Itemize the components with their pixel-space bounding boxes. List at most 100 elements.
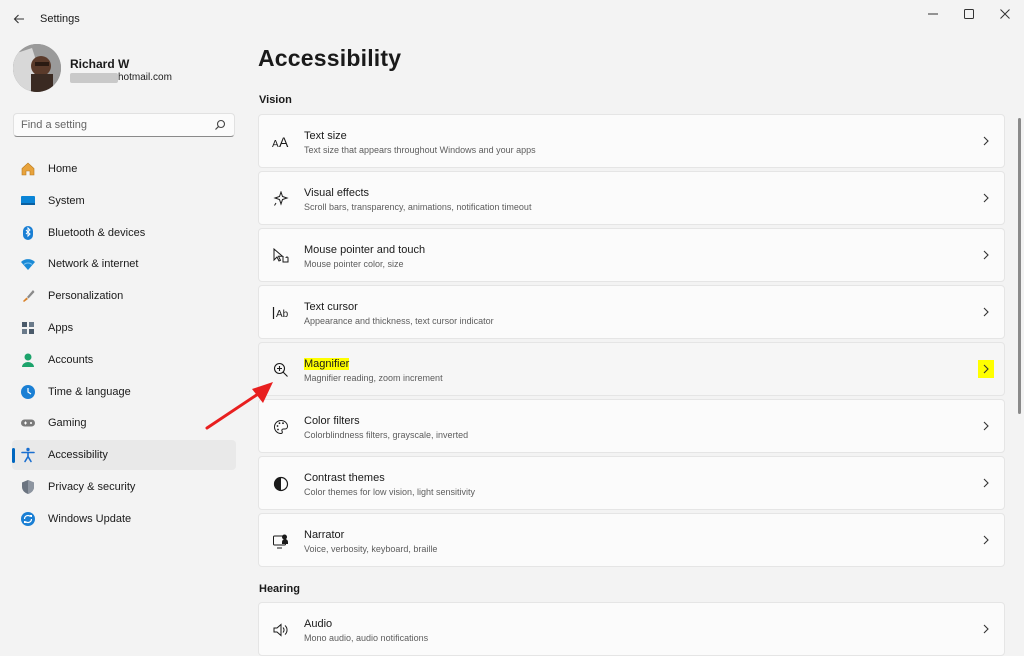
chevron-right-icon[interactable]	[978, 246, 994, 264]
card-title: Audio	[304, 618, 333, 630]
settings-card-audio[interactable]: Audio Mono audio, audio notifications	[258, 602, 1005, 656]
settings-card-text-size[interactable]: AA Text size Text size that appears thro…	[258, 114, 1005, 168]
avatar[interactable]	[13, 44, 61, 92]
contrast-icon	[271, 475, 291, 493]
sidebar-item-accounts[interactable]: Accounts	[12, 345, 236, 375]
card-description: Mono audio, audio notifications	[304, 633, 429, 643]
gamepad-icon	[20, 415, 36, 431]
sidebar-item-apps[interactable]: Apps	[12, 313, 236, 343]
windows-update-icon	[20, 511, 36, 527]
wifi-icon	[20, 256, 36, 272]
text-cursor-icon: Ab	[271, 304, 291, 322]
card-description: Mouse pointer color, size	[304, 259, 404, 269]
text-size-icon: AA	[271, 133, 291, 151]
sidebar-item-label: Time & language	[48, 385, 131, 398]
settings-card-mouse-pointer[interactable]: Mouse pointer and touch Mouse pointer co…	[258, 228, 1005, 282]
card-description: Color themes for low vision, light sensi…	[304, 487, 476, 497]
card-description: Appearance and thickness, text cursor in…	[304, 316, 494, 326]
card-title: Contrast themes	[304, 472, 385, 484]
card-description: Voice, verbosity, keyboard, braille	[304, 544, 438, 554]
sidebar-item-label: Personalization	[48, 290, 124, 303]
chevron-right-icon[interactable]	[978, 360, 994, 378]
visual-effects-icon	[271, 190, 291, 208]
search-input[interactable]	[21, 117, 211, 133]
sidebar-item-label: Windows Update	[48, 512, 132, 525]
accounts-icon	[20, 352, 36, 368]
close-icon	[1000, 9, 1010, 19]
sidebar-item-label: Apps	[48, 321, 74, 334]
card-title: Text size	[304, 130, 347, 142]
system-icon	[20, 193, 36, 209]
card-description: Magnifier reading, zoom increment	[304, 373, 443, 383]
sidebar-item-label: Gaming	[48, 417, 87, 430]
card-title: Text cursor	[304, 301, 358, 313]
chevron-right-icon[interactable]	[978, 474, 994, 492]
sidebar-item-label: Accessibility	[48, 449, 108, 462]
email-suffix: hotmail.com	[118, 72, 172, 83]
sidebar-item-windows-update[interactable]: Windows Update	[12, 504, 236, 534]
chevron-right-icon[interactable]	[978, 531, 994, 549]
avatar-image-icon	[13, 44, 61, 92]
search-box[interactable]	[13, 113, 235, 137]
email-redaction	[70, 72, 118, 83]
sidebar-item-personalization[interactable]: Personalization	[12, 281, 236, 311]
settings-card-visual-effects[interactable]: Visual effects Scroll bars, transparency…	[258, 171, 1005, 225]
settings-card-magnifier[interactable]: Magnifier Magnifier reading, zoom increm…	[258, 342, 1005, 396]
svg-text:A: A	[272, 139, 279, 149]
chevron-right-icon[interactable]	[978, 417, 994, 435]
settings-card-narrator[interactable]: Narrator Voice, verbosity, keyboard, bra…	[258, 513, 1005, 567]
sidebar-item-label: System	[48, 194, 85, 207]
chevron-right-icon[interactable]	[978, 132, 994, 150]
settings-card-contrast-themes[interactable]: Contrast themes Color themes for low vis…	[258, 456, 1005, 510]
sidebar-item-label: Network & internet	[48, 258, 139, 271]
sidebar-item-system[interactable]: System	[12, 186, 236, 216]
minimize-icon	[928, 13, 938, 15]
chevron-right-icon[interactable]	[978, 303, 994, 321]
maximize-icon	[964, 9, 974, 19]
card-description: Colorblindness filters, grayscale, inver…	[304, 430, 469, 440]
settings-card-color-filters[interactable]: Color filters Colorblindness filters, gr…	[258, 399, 1005, 453]
back-arrow-icon	[13, 14, 24, 24]
sidebar-item-privacy[interactable]: Privacy & security	[12, 472, 236, 502]
card-title: Narrator	[304, 529, 345, 541]
back-button[interactable]	[8, 8, 30, 30]
svg-text:A: A	[279, 135, 289, 149]
close-button[interactable]	[987, 4, 1023, 24]
chevron-right-icon[interactable]	[978, 189, 994, 207]
narrator-icon	[271, 532, 291, 550]
maximize-button[interactable]	[951, 4, 987, 24]
speaker-icon	[271, 621, 291, 639]
chevron-right-icon[interactable]	[978, 620, 994, 638]
page-title: Accessibility	[258, 45, 402, 71]
search-icon[interactable]	[214, 119, 226, 131]
shield-icon	[20, 479, 36, 495]
accessibility-icon	[20, 447, 36, 463]
sidebar-item-accessibility[interactable]: Accessibility	[12, 440, 236, 471]
settings-card-text-cursor[interactable]: Ab Text cursor Appearance and thickness,…	[258, 285, 1005, 339]
apps-icon	[20, 320, 36, 336]
card-title: Magnifier	[304, 358, 350, 370]
card-description: Scroll bars, transparency, animations, n…	[304, 202, 532, 212]
sidebar-item-label: Privacy & security	[48, 480, 136, 493]
globe-clock-icon	[20, 384, 36, 400]
sidebar-nav: Home System Bluetooth & devices Network …	[12, 154, 236, 536]
user-email: hotmail.com	[70, 72, 172, 83]
section-title-hearing: Hearing	[259, 583, 300, 595]
title-bar: Settings	[0, 0, 1024, 38]
card-title: Visual effects	[304, 187, 370, 199]
card-description: Text size that appears throughout Window…	[304, 145, 536, 155]
sidebar-item-bluetooth[interactable]: Bluetooth & devices	[12, 218, 236, 248]
minimize-button[interactable]	[915, 4, 951, 24]
vertical-scrollbar[interactable]	[1018, 118, 1021, 414]
sidebar-item-label: Bluetooth & devices	[48, 226, 146, 239]
annotation-arrow-icon	[205, 382, 273, 430]
card-title: Mouse pointer and touch	[304, 244, 426, 256]
sidebar-item-home[interactable]: Home	[12, 154, 236, 184]
sidebar-item-label: Accounts	[48, 353, 94, 366]
home-icon	[20, 161, 36, 177]
sidebar-item-network[interactable]: Network & internet	[12, 249, 236, 279]
sidebar-item-label: Home	[48, 163, 78, 175]
user-name: Richard W	[70, 57, 130, 71]
brush-icon	[20, 288, 36, 304]
svg-text:Ab: Ab	[276, 309, 289, 320]
